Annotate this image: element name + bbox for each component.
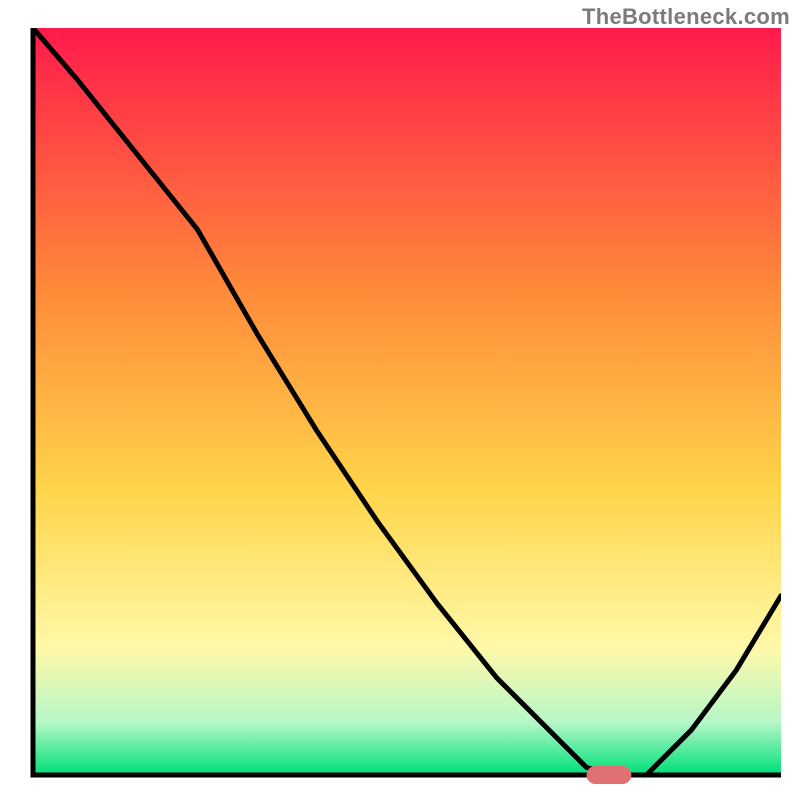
watermark-text: TheBottleneck.com bbox=[582, 4, 790, 30]
chart-svg bbox=[0, 0, 800, 800]
chart-container: TheBottleneck.com bbox=[0, 0, 800, 800]
optimal-marker bbox=[587, 766, 632, 784]
plot-background bbox=[33, 28, 781, 774]
